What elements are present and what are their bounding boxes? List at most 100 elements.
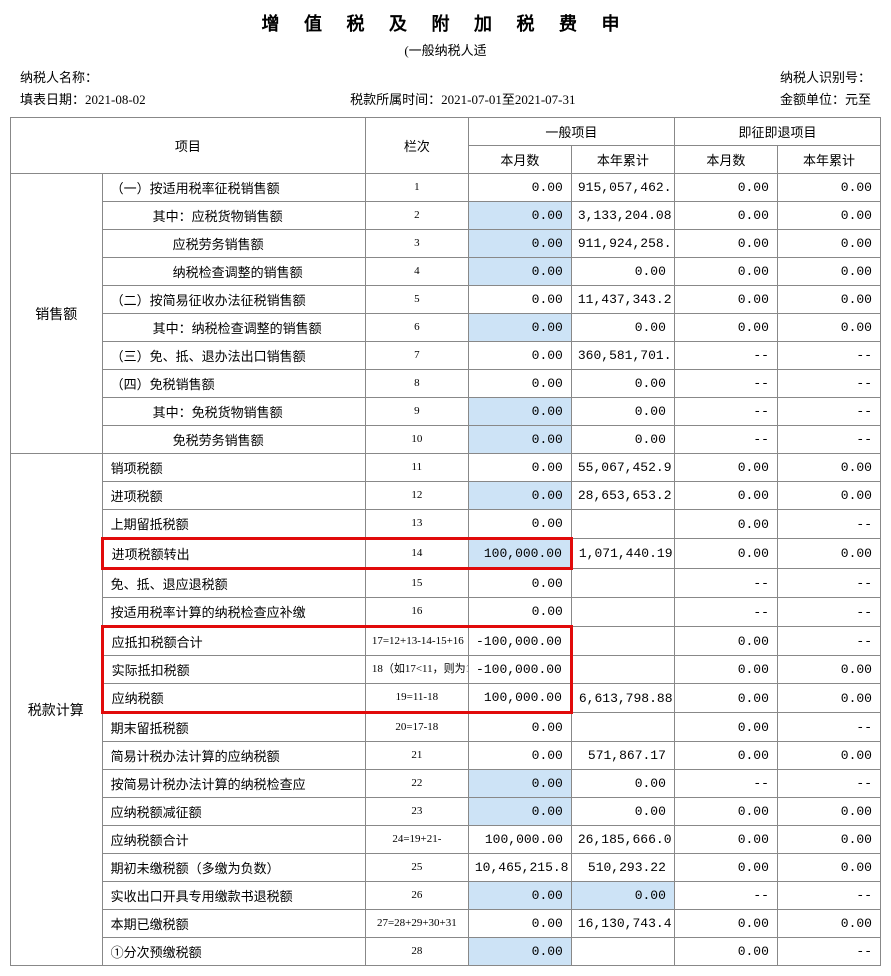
general-month-value[interactable]: 0.00 [468,938,571,966]
refund-month-value: 0.00 [674,258,777,286]
row-index: 21 [365,742,468,770]
table-row: （三）免、抵、退办法出口销售额70.00360,581,701.---- [11,342,881,370]
row-index: 16 [365,598,468,627]
refund-year-value: -- [777,598,880,627]
row-index: 3 [365,230,468,258]
refund-month-value: -- [674,398,777,426]
row-item-label: 期末留抵税额 [102,713,365,742]
row-index: 19=11-18 [365,684,468,713]
header-index: 栏次 [365,118,468,174]
row-item-label: 应纳税额合计 [102,826,365,854]
refund-month-value: 0.00 [674,713,777,742]
general-month-value[interactable]: 0.00 [468,398,571,426]
refund-year-value: 0.00 [777,202,880,230]
section-label: 销售额 [11,174,103,454]
general-month-value: 0.00 [468,742,571,770]
refund-month-value: 0.00 [674,539,777,569]
refund-year-value: 0.00 [777,230,880,258]
refund-month-value: 0.00 [674,482,777,510]
row-index: 6 [365,314,468,342]
general-month-value[interactable]: 0.00 [468,882,571,910]
row-item-label: 按简易计税办法计算的纳税检查应 [102,770,365,798]
general-month-value[interactable]: 0.00 [468,258,571,286]
general-year-value [571,510,674,539]
refund-month-value: 0.00 [674,910,777,938]
refund-month-value: 0.00 [674,684,777,713]
row-index: 25 [365,854,468,882]
refund-year-value: 0.00 [777,314,880,342]
row-index: 23 [365,798,468,826]
general-month-value[interactable]: 0.00 [468,230,571,258]
general-year-value[interactable]: 0.00 [571,882,674,910]
row-item-label: 上期留抵税额 [102,510,365,539]
header-refund-month: 本月数 [674,146,777,174]
row-item-label: 其中：纳税检查调整的销售额 [102,314,365,342]
row-item-label: 应税劳务销售额 [102,230,365,258]
general-month-value: 0.00 [468,569,571,598]
general-year-value [571,569,674,598]
row-index: 4 [365,258,468,286]
row-item-label: ①分次预缴税额 [102,938,365,966]
table-row: 免、抵、退应退税额150.00---- [11,569,881,598]
section-label: 税款计算 [11,454,103,966]
table-row: 税款计算销项税额110.0055,067,452.90.000.00 [11,454,881,482]
row-item-label: （一）按适用税率征税销售额 [102,174,365,202]
row-item-label: 销项税额 [102,454,365,482]
general-month-value: 0.00 [468,598,571,627]
general-month-value[interactable]: 0.00 [468,798,571,826]
row-index: 22 [365,770,468,798]
row-index: 18（如17<11，则为17，否则 [365,656,468,684]
refund-year-value: 0.00 [777,454,880,482]
general-year-value: 0.00 [571,426,674,454]
row-index: 1 [365,174,468,202]
general-month-value: 0.00 [468,370,571,398]
header-refund-year: 本年累计 [777,146,880,174]
table-row: 应纳税额合计24=19+21-100,000.0026,185,666.00.0… [11,826,881,854]
row-index: 9 [365,398,468,426]
general-month-value[interactable]: 0.00 [468,770,571,798]
refund-year-value: 0.00 [777,854,880,882]
row-index: 26 [365,882,468,910]
refund-year-value: 0.00 [777,286,880,314]
row-index: 20=17-18 [365,713,468,742]
general-year-value [571,713,674,742]
general-month-value[interactable]: 0.00 [468,314,571,342]
table-row: 销售额（一）按适用税率征税销售额10.00915,057,462.0.000.0… [11,174,881,202]
refund-year-value: -- [777,770,880,798]
general-year-value: 1,071,440.19 [571,539,674,569]
refund-month-value: 0.00 [674,627,777,656]
table-row: 其中：应税货物销售额20.003,133,204.080.000.00 [11,202,881,230]
general-year-value: 911,924,258. [571,230,674,258]
general-month-value: 0.00 [468,286,571,314]
general-month-value[interactable]: 0.00 [468,202,571,230]
header-general-month: 本月数 [468,146,571,174]
row-index: 28 [365,938,468,966]
general-month-value[interactable]: 0.00 [468,482,571,510]
fill-date: 填表日期：2021-08-02 [20,89,146,111]
general-year-value: 915,057,462. [571,174,674,202]
general-month-value: 0.00 [468,342,571,370]
refund-month-value: 0.00 [674,510,777,539]
refund-month-value: -- [674,770,777,798]
row-item-label: 应抵扣税额合计 [102,627,365,656]
row-index: 7 [365,342,468,370]
row-index: 5 [365,286,468,314]
general-year-value: 0.00 [571,798,674,826]
refund-year-value: 0.00 [777,482,880,510]
refund-month-value: 0.00 [674,656,777,684]
general-year-value: 11,437,343.2 [571,286,674,314]
table-row: 纳税检查调整的销售额40.000.000.000.00 [11,258,881,286]
row-item-label: 进项税额 [102,482,365,510]
refund-year-value: -- [777,938,880,966]
refund-month-value: -- [674,882,777,910]
refund-year-value: -- [777,398,880,426]
refund-year-value: 0.00 [777,910,880,938]
general-month-value[interactable]: 100,000.00 [468,539,571,569]
general-month-value[interactable]: 0.00 [468,426,571,454]
row-item-label: 期初未缴税额（多缴为负数） [102,854,365,882]
general-month-value: 100,000.00 [468,684,571,713]
table-row: （二）按简易征收办法征税销售额50.0011,437,343.20.000.00 [11,286,881,314]
row-index: 13 [365,510,468,539]
table-row: 应纳税额减征额230.000.000.000.00 [11,798,881,826]
general-month-value: 0.00 [468,713,571,742]
